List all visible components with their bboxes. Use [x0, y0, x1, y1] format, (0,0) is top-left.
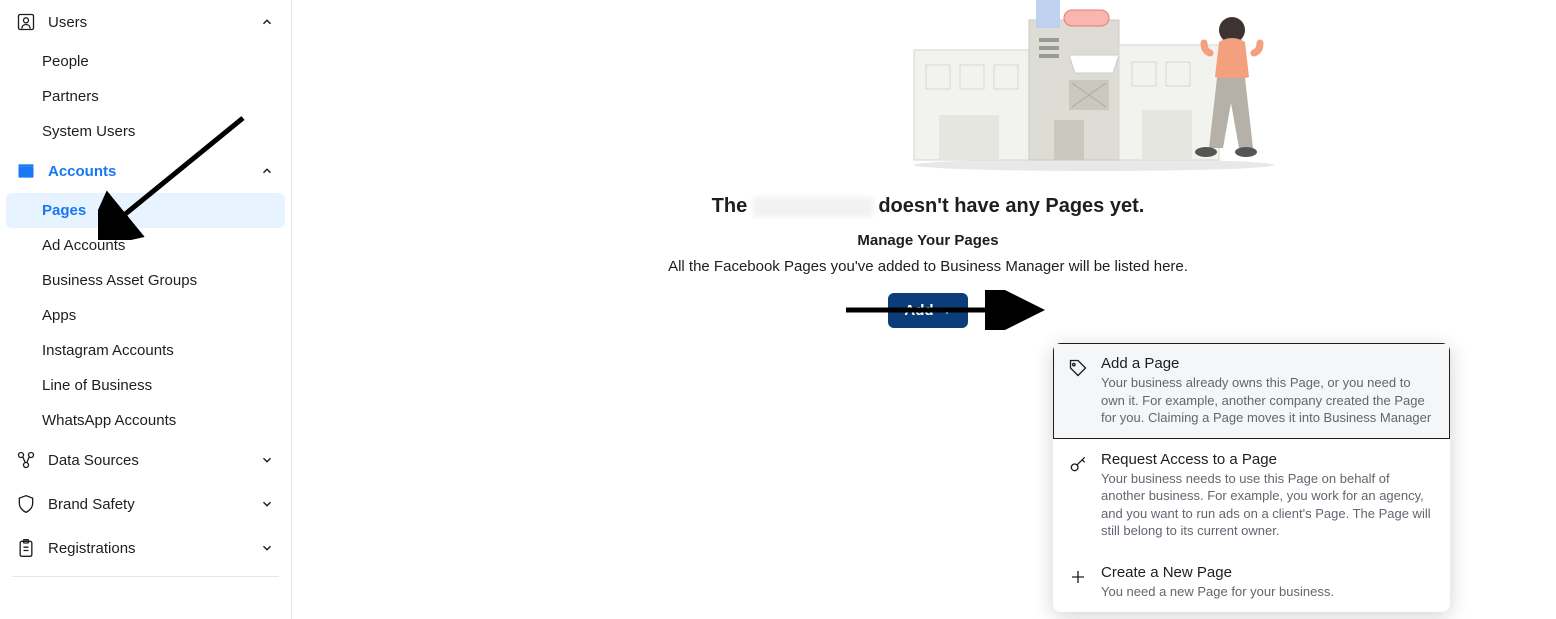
dropdown-item-desc: You need a new Page for your business. [1101, 583, 1434, 601]
dropdown-item-create-page[interactable]: Create a New Page You need a new Page fo… [1053, 552, 1450, 613]
nav-header-registrations[interactable]: Registrations [0, 526, 291, 570]
nav-section-registrations: Registrations [0, 526, 291, 577]
nav-section-brand-safety: Brand Safety [0, 482, 291, 526]
add-button-label: Add [904, 302, 933, 319]
chevron-down-icon [257, 494, 277, 514]
plus-icon [1067, 566, 1089, 588]
nav-label: Brand Safety [48, 496, 257, 513]
nav-section-users: Users People Partners System Users [0, 0, 291, 149]
divider [12, 576, 279, 577]
user-badge-icon [14, 10, 38, 34]
dropdown-item-desc: Your business needs to use this Page on … [1101, 470, 1434, 540]
nav-header-data-sources[interactable]: Data Sources [0, 438, 291, 482]
sidebar-item-system-users[interactable]: System Users [0, 114, 291, 149]
empty-state-subheading: Manage Your Pages [300, 232, 1556, 249]
nodes-icon [14, 448, 38, 472]
sidebar: Users People Partners System Users Accou… [0, 0, 292, 619]
redacted-business-name [753, 197, 873, 217]
nav-label: Accounts [48, 163, 257, 180]
sidebar-item-ad-accounts[interactable]: Ad Accounts [0, 228, 291, 263]
dropdown-item-title: Add a Page [1101, 355, 1434, 372]
nav-label: Data Sources [48, 452, 257, 469]
empty-state: The doesn't have any Pages yet. Manage Y… [300, 195, 1556, 328]
dropdown-item-title: Request Access to a Page [1101, 451, 1434, 468]
sidebar-item-partners[interactable]: Partners [0, 79, 291, 114]
nav-header-brand-safety[interactable]: Brand Safety [0, 482, 291, 526]
storefront-illustration [904, 0, 1284, 180]
nav-header-accounts[interactable]: Accounts [0, 149, 291, 193]
dropdown-item-add-page[interactable]: Add a Page Your business already owns th… [1053, 343, 1450, 439]
chevron-up-icon [257, 161, 277, 181]
empty-state-description: All the Facebook Pages you've added to B… [300, 258, 1556, 275]
sidebar-item-business-asset-groups[interactable]: Business Asset Groups [0, 263, 291, 298]
box-icon [14, 159, 38, 183]
nav-section-data-sources: Data Sources [0, 438, 291, 482]
empty-state-heading: The doesn't have any Pages yet. [300, 195, 1556, 218]
heading-suffix: doesn't have any Pages yet. [878, 195, 1144, 217]
caret-down-icon [942, 308, 952, 314]
chevron-down-icon [257, 450, 277, 470]
nav-header-users[interactable]: Users [0, 0, 291, 44]
nav-label: Users [48, 14, 257, 31]
dropdown-item-title: Create a New Page [1101, 564, 1434, 581]
sidebar-item-whatsapp-accounts[interactable]: WhatsApp Accounts [0, 403, 291, 438]
dropdown-item-desc: Your business already owns this Page, or… [1101, 374, 1434, 427]
dropdown-item-request-access[interactable]: Request Access to a Page Your business n… [1053, 439, 1450, 552]
nav-section-accounts: Accounts Pages Ad Accounts Business Asse… [0, 149, 291, 438]
sidebar-item-pages[interactable]: Pages [6, 193, 285, 228]
shield-icon [14, 492, 38, 516]
sidebar-item-people[interactable]: People [0, 44, 291, 79]
main-content: The doesn't have any Pages yet. Manage Y… [300, 0, 1556, 619]
chevron-up-icon [257, 12, 277, 32]
sidebar-item-apps[interactable]: Apps [0, 298, 291, 333]
nav-label: Registrations [48, 540, 257, 557]
sidebar-item-line-of-business[interactable]: Line of Business [0, 368, 291, 403]
add-dropdown: Add a Page Your business already owns th… [1053, 343, 1450, 612]
heading-prefix: The [712, 195, 753, 217]
chevron-down-icon [257, 538, 277, 558]
sidebar-item-instagram-accounts[interactable]: Instagram Accounts [0, 333, 291, 368]
add-button[interactable]: Add [888, 293, 967, 328]
clipboard-icon [14, 536, 38, 560]
tag-icon [1067, 357, 1089, 379]
key-icon [1067, 453, 1089, 475]
